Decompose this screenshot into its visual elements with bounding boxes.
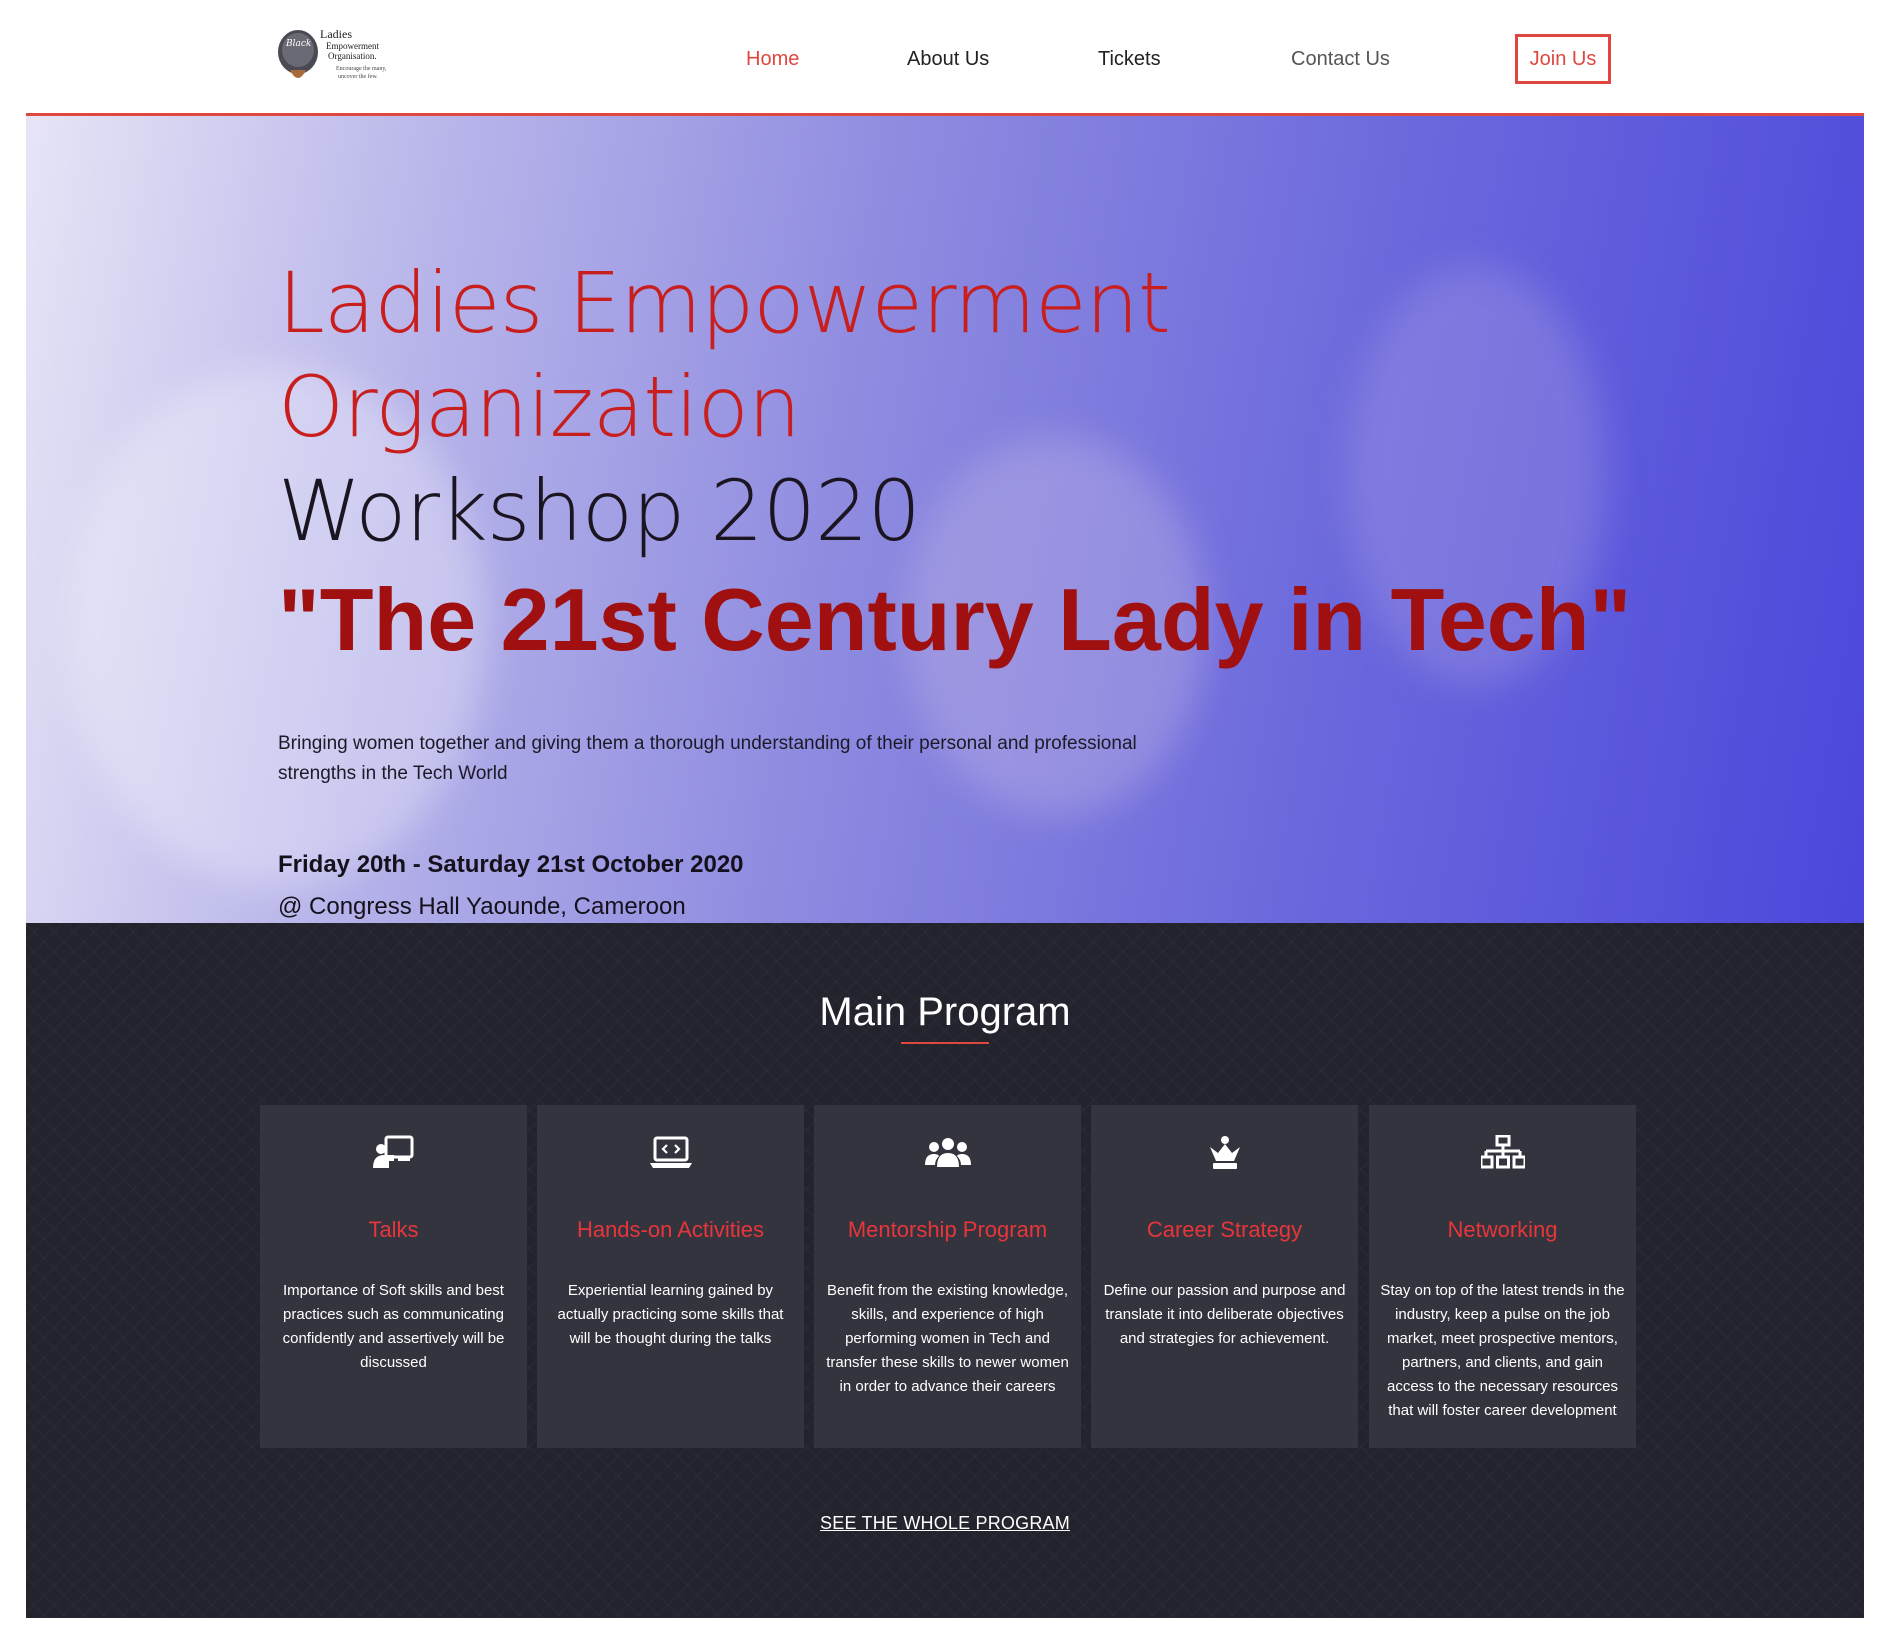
program-card-mentorship: Mentorship Program Benefit from the exis… <box>814 1105 1081 1448</box>
nav-about-us[interactable]: About Us <box>907 48 989 71</box>
see-whole-program-wrap: SEE THE WHOLE PROGRAM <box>26 1513 1864 1534</box>
users-icon <box>814 1135 1081 1175</box>
join-us-button[interactable]: Join Us <box>1515 34 1611 84</box>
network-icon <box>1369 1135 1636 1175</box>
nav-home[interactable]: Home <box>746 48 799 71</box>
card-description: Experiential learning gained by actually… <box>557 1282 784 1347</box>
card-title: Mentorship Program <box>847 1217 1048 1242</box>
hero-description: Bringing women together and giving them … <box>278 733 1137 784</box>
program-cards: Talks Importance of Soft skills and best… <box>260 1105 1636 1448</box>
card-title: Career Strategy <box>1146 1217 1303 1242</box>
hero-section: Ladies Empowerment Organization Workshop… <box>26 116 1864 923</box>
presentation-icon <box>260 1135 527 1175</box>
main-program-section: Main Program Talks Importance of Soft sk… <box>26 923 1864 1618</box>
card-title: Networking <box>1447 1217 1558 1242</box>
card-title: Talks <box>368 1217 419 1242</box>
program-card-career-strategy: Career Strategy Define our passion and p… <box>1091 1105 1358 1448</box>
section-title: Main Program <box>819 990 1071 1034</box>
card-description: Define our passion and purpose and trans… <box>1103 1282 1346 1347</box>
main-nav: Home About Us Tickets Contact Us Join Us <box>26 0 1864 113</box>
card-description: Stay on top of the latest trends in the … <box>1380 1282 1625 1419</box>
title-underline <box>901 1042 989 1044</box>
card-description: Importance of Soft skills and best pract… <box>282 1282 505 1371</box>
chess-queen-icon <box>1091 1135 1358 1175</box>
card-title: Hands-on Activities <box>576 1217 765 1242</box>
site-header: Black Ladies Empowerment Organisation. E… <box>26 0 1864 116</box>
event-venue: @ Congress Hall Yaounde, Cameroon <box>278 893 686 920</box>
hero-tagline: "The 21st Century Lady in Tech" <box>278 570 1632 669</box>
hero-title-line-2: Workshop 2020 <box>278 462 921 560</box>
page-frame: Black Ladies Empowerment Organisation. E… <box>26 0 1864 1618</box>
card-description: Benefit from the existing knowledge, ski… <box>826 1282 1069 1395</box>
nav-contact-us[interactable]: Contact Us <box>1291 48 1390 71</box>
laptop-code-icon <box>537 1135 804 1175</box>
hero-content: Ladies Empowerment Organization Workshop… <box>278 251 1678 921</box>
see-whole-program-link[interactable]: SEE THE WHOLE PROGRAM <box>820 1513 1070 1533</box>
program-card-hands-on: Hands-on Activities Experiential learnin… <box>537 1105 804 1448</box>
hero-title-line-1: Ladies Empowerment Organization <box>278 254 1171 456</box>
nav-tickets[interactable]: Tickets <box>1098 48 1161 71</box>
program-card-networking: Networking Stay on top of the latest tre… <box>1369 1105 1636 1448</box>
event-date: Friday 20th - Saturday 21st October 2020 <box>278 851 744 878</box>
program-card-talks: Talks Importance of Soft skills and best… <box>260 1105 527 1448</box>
